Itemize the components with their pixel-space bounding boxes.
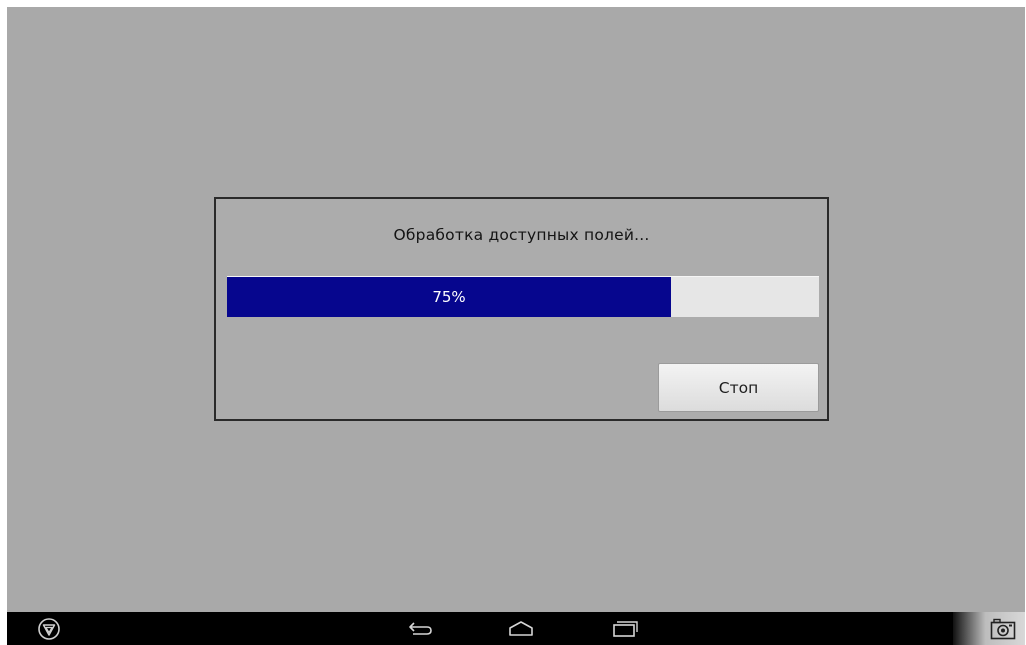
recents-icon[interactable]	[607, 612, 641, 645]
dialog-message: Обработка доступных полей...	[393, 226, 650, 244]
progress-bar: 75%	[227, 276, 819, 317]
progress-percent-label: 75%	[432, 288, 466, 306]
progress-dialog: Обработка доступных полей... 75% Стоп	[214, 197, 829, 421]
screenshot-button[interactable]	[953, 612, 1025, 645]
launcher-logo-icon[interactable]	[33, 612, 65, 645]
back-icon[interactable]	[403, 612, 437, 645]
navigation-bar	[7, 612, 1025, 645]
home-icon[interactable]	[504, 612, 538, 645]
camera-icon	[990, 618, 1016, 640]
stop-button[interactable]: Стоп	[658, 363, 819, 412]
screen-background: Обработка доступных полей... 75% Стоп	[7, 7, 1025, 645]
